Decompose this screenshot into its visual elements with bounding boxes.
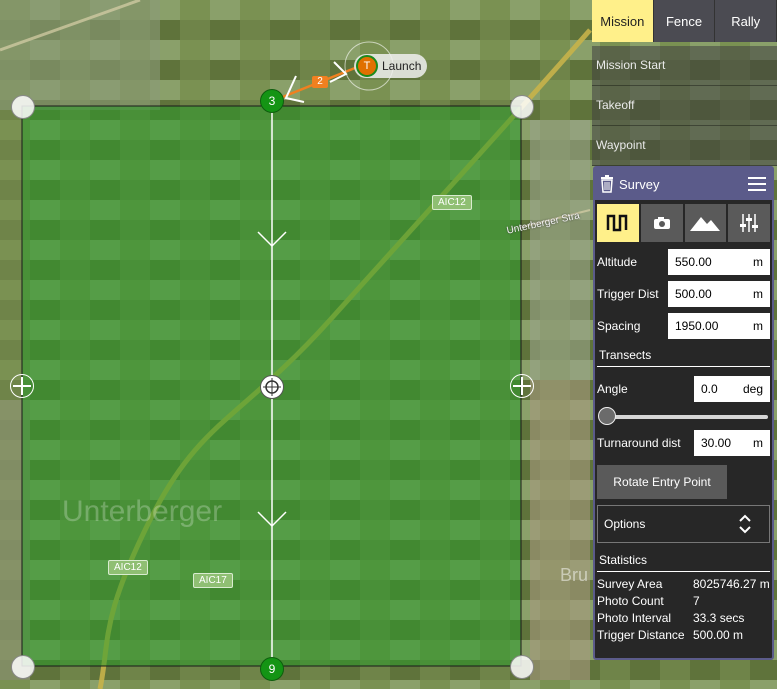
- transects-heading: Transects: [597, 342, 770, 367]
- terrain-icon: [690, 217, 721, 231]
- road-label: AIC12: [108, 560, 148, 575]
- tab-fence[interactable]: Fence: [653, 0, 716, 42]
- spacing-value: 1950.00: [675, 319, 719, 333]
- stat-value: 500.00 m: [693, 628, 744, 642]
- mission-item-takeoff[interactable]: Takeoff: [592, 86, 777, 126]
- leg-number: 2: [312, 76, 328, 88]
- transect-icon: [606, 214, 628, 232]
- angle-value: 0.0: [701, 382, 718, 396]
- camera-icon: [653, 217, 670, 229]
- altitude-field[interactable]: 550.00 m: [668, 249, 770, 275]
- stat-value: 33.3 secs: [693, 611, 745, 625]
- options-dropdown[interactable]: Options: [597, 505, 770, 543]
- polygon-edge-handle[interactable]: [10, 374, 34, 398]
- trigger-dist-field[interactable]: 500.00 m: [668, 281, 770, 307]
- tab-mission[interactable]: Mission: [592, 0, 654, 42]
- mission-panel: Mission Fence Rally Mission Start Takeof…: [592, 0, 777, 689]
- stat-row: Photo Count 7: [595, 593, 772, 610]
- polygon-center-handle[interactable]: [260, 375, 284, 399]
- angle-unit: deg: [742, 382, 763, 396]
- camera-mode-button[interactable]: [640, 204, 683, 242]
- waypoint-marker[interactable]: 3: [260, 89, 284, 113]
- road-label: AIC17: [193, 573, 233, 588]
- sliders-icon: [740, 214, 759, 232]
- stat-row: Survey Area 8025746.27 m: [595, 576, 772, 593]
- plan-tabs: Mission Fence Rally: [592, 0, 777, 42]
- stat-label: Survey Area: [597, 577, 663, 591]
- hamburger-menu-icon[interactable]: [748, 177, 766, 191]
- altitude-value: 550.00: [675, 255, 712, 269]
- stat-value: 7: [693, 594, 700, 608]
- slider-thumb[interactable]: [598, 407, 616, 425]
- stat-row: Photo Interval 33.3 secs: [595, 610, 772, 627]
- angle-slider[interactable]: [597, 405, 770, 427]
- angle-field[interactable]: 0.0 deg: [694, 376, 770, 402]
- settings-mode-button[interactable]: [728, 204, 770, 242]
- polygon-corner-handle[interactable]: [11, 95, 35, 119]
- waypoint-marker[interactable]: 9: [260, 657, 284, 681]
- trash-icon[interactable]: [599, 175, 615, 193]
- chevron-up-down-icon: [739, 514, 751, 534]
- rotate-entry-point-button[interactable]: Rotate Entry Point: [597, 465, 727, 499]
- stat-value: 8025746.27 m: [693, 577, 770, 591]
- spacing-field[interactable]: 1950.00 m: [668, 313, 770, 339]
- launch-marker[interactable]: T Launch: [354, 54, 428, 78]
- survey-editor: Survey Altitude 550.00 m Trigger Dist 50…: [593, 166, 774, 660]
- launch-label: Launch: [382, 59, 422, 73]
- trigger-dist-unit: m: [753, 287, 763, 301]
- turnaround-row: Turnaround dist 30.00 m: [595, 427, 772, 459]
- polygon-corner-handle[interactable]: [510, 655, 534, 679]
- spacing-unit: m: [753, 319, 763, 333]
- polygon-edge-handle[interactable]: [510, 374, 534, 398]
- trigger-dist-row: Trigger Dist 500.00 m: [595, 278, 772, 310]
- turnaround-value: 30.00: [701, 436, 732, 450]
- spacing-row: Spacing 1950.00 m: [595, 310, 772, 342]
- survey-header: Survey: [595, 168, 772, 200]
- trigger-dist-label: Trigger Dist: [597, 287, 659, 301]
- stat-label: Photo Count: [597, 594, 664, 608]
- statistics-heading: Statistics: [597, 547, 770, 572]
- town-label: Unterberger: [62, 495, 223, 528]
- terrain-mode-button[interactable]: [684, 204, 727, 242]
- options-label: Options: [604, 517, 646, 531]
- slider-track: [603, 415, 768, 419]
- angle-label: Angle: [597, 382, 628, 396]
- polygon-corner-handle[interactable]: [11, 655, 35, 679]
- altitude-row: Altitude 550.00 m: [595, 246, 772, 278]
- mission-item-waypoint[interactable]: Waypoint: [592, 126, 777, 166]
- altitude-unit: m: [753, 255, 763, 269]
- launch-icon: T: [356, 55, 378, 77]
- mission-item-mission-start[interactable]: Mission Start: [592, 46, 777, 86]
- tab-rally[interactable]: Rally: [715, 0, 777, 42]
- stat-label: Trigger Distance: [597, 628, 685, 642]
- survey-mode-row: [595, 200, 772, 246]
- turnaround-label: Turnaround dist: [597, 436, 681, 450]
- turnaround-unit: m: [753, 436, 763, 450]
- trigger-dist-value: 500.00: [675, 287, 712, 301]
- polygon-corner-handle[interactable]: [510, 95, 534, 119]
- crosshair-icon: [263, 378, 281, 396]
- angle-row: Angle 0.0 deg: [595, 373, 772, 405]
- edge-label: Bru: [560, 565, 589, 585]
- road-label: AIC12: [432, 195, 472, 210]
- turnaround-field[interactable]: 30.00 m: [694, 430, 770, 456]
- transect-mode-button[interactable]: [597, 204, 639, 242]
- stat-label: Photo Interval: [597, 611, 672, 625]
- stat-row: Trigger Distance 500.00 m: [595, 627, 772, 644]
- spacing-label: Spacing: [597, 319, 641, 333]
- altitude-label: Altitude: [597, 255, 638, 269]
- survey-title: Survey: [619, 176, 660, 192]
